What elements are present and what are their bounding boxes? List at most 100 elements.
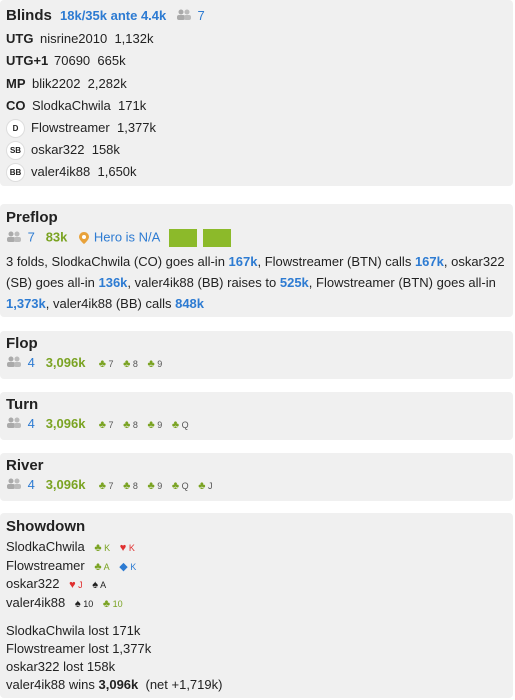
river-player-count: 4 [27, 477, 35, 492]
players-icon [6, 417, 22, 432]
hole-card: ♠ A [92, 579, 107, 591]
club-icon: ♣ [171, 419, 180, 431]
action-amount: 136k [98, 275, 128, 290]
players-icon [176, 9, 192, 24]
hole-card: ◆ K [119, 561, 137, 573]
flop-title: Flop [6, 335, 38, 352]
action-amount: 848k [175, 296, 205, 311]
hole-card: ♠ 10 [74, 598, 94, 610]
board-card: ♣ Q [171, 419, 189, 431]
club-icon: ♣ [198, 480, 206, 492]
hole-card: ♥ J [69, 579, 83, 591]
players-icon [6, 478, 22, 493]
showdown-title: Showdown [6, 518, 86, 535]
diamond-icon: ◆ [119, 561, 128, 573]
winner-line: valer4ik88 wins 3,096k (net +1,719k) [6, 677, 222, 692]
hole-card: ♣ A [94, 561, 110, 573]
flop-player-count: 4 [27, 355, 35, 370]
result-line: Flowstreamer lost 1,377k [6, 641, 152, 656]
showdown-panel: Showdown SlodkaChwila ♣ K ♥ K Flowstream… [0, 513, 513, 698]
river-title: River [6, 457, 44, 474]
board-card: ♣ 9 [147, 358, 163, 370]
spade-icon: ♠ [92, 579, 99, 591]
player-name: 70690 [54, 53, 91, 68]
preflop-pot: 83k [45, 229, 68, 245]
blinds-stakes: 18k/35k ante 4.4k [60, 8, 167, 23]
showdown-hand: Flowstreamer ♣ A ◆ K [6, 558, 136, 573]
hero-card-placeholder [169, 229, 198, 247]
action-amount: 525k [279, 275, 309, 290]
board-card: ♣ J [198, 480, 213, 492]
preflop-action-text: 3 folds, SlodkaChwila (CO) goes all-in 1… [6, 251, 506, 314]
turn-panel: Turn 4 3,096k ♣ 7 ♣ 8 ♣ 9 ♣ Q [0, 392, 513, 440]
action-amount: 1,373k [6, 296, 46, 311]
turn-title: Turn [6, 396, 39, 413]
action-amount: 167k [228, 254, 258, 269]
club-icon: ♣ [147, 358, 155, 370]
action-text: , valer4ik88 (BB) raises to [127, 275, 280, 290]
hole-card: ♣ 10 [102, 598, 123, 610]
hole-card: ♥ K [119, 542, 135, 554]
action-text: , valer4ik88 (BB) calls [45, 296, 176, 311]
board-card: ♣ 7 [98, 419, 114, 431]
position-label: UTG [6, 31, 34, 46]
club-icon: ♣ [94, 561, 102, 573]
player-stack: 665k [97, 53, 126, 68]
player-name: valer4ik88 [31, 163, 91, 179]
hole-card: ♣ K [94, 542, 111, 554]
heart-icon: ♥ [119, 542, 127, 554]
winner-amount: 3,096k [98, 677, 139, 692]
club-icon: ♣ [98, 480, 106, 492]
club-icon: ♣ [102, 598, 111, 610]
seat-row: CO SlodkaChwila 171k [6, 98, 146, 113]
club-icon: ♣ [123, 419, 131, 431]
spade-icon: ♠ [74, 598, 81, 610]
player-name: valer4ik88 [6, 595, 66, 610]
heart-icon: ♥ [69, 579, 76, 591]
seat-row: UTG nisrine2010 1,132k [6, 31, 154, 46]
preflop-panel: Preflop 7 83k Hero is N/A 3 folds, Slodk… [0, 204, 513, 317]
flop-panel: Flop 4 3,096k ♣ 7 ♣ 8 ♣ 9 [0, 331, 513, 379]
seat-row: SB oskar322 158k [6, 141, 120, 160]
club-icon: ♣ [147, 480, 155, 492]
river-panel: River 4 3,096k ♣ 7 ♣ 8 ♣ 9 ♣ Q ♣ J [0, 453, 513, 501]
small-blind-icon: SB [6, 141, 25, 160]
action-amount: 167k [414, 254, 444, 269]
blinds-player-count: 7 [197, 8, 205, 23]
club-icon: ♣ [147, 419, 155, 431]
hero-card-placeholder [202, 229, 231, 247]
winner-net: (net +1,719k) [138, 677, 223, 692]
blinds-panel: Blinds 18k/35k ante 4.4k 7 UTG nisrine201… [0, 0, 513, 186]
action-text: , Flowstreamer (BTN) goes all-in [308, 275, 496, 290]
player-name: blik2202 [32, 76, 81, 91]
flop-summary: 4 3,096k ♣ 7 ♣ 8 ♣ 9 [6, 355, 162, 371]
blinds-title: Blinds [6, 7, 52, 24]
river-summary: 4 3,096k ♣ 7 ♣ 8 ♣ 9 ♣ Q ♣ J [6, 477, 212, 493]
position-label: UTG+1 [6, 53, 49, 68]
board-card: ♣ Q [171, 480, 189, 492]
seat-row: UTG+1 70690 665k [6, 53, 126, 68]
board-card: ♣ 8 [123, 480, 138, 492]
player-name: Flowstreamer [6, 558, 85, 573]
result-line: SlodkaChwila lost 171k [6, 623, 141, 638]
player-stack: 1,377k [116, 119, 157, 135]
club-icon: ♣ [94, 542, 102, 554]
players-icon [6, 231, 22, 246]
board-card: ♣ 7 [98, 358, 114, 370]
winner-text: valer4ik88 wins [6, 677, 99, 692]
club-icon: ♣ [171, 480, 180, 492]
action-text: 3 folds, SlodkaChwila (CO) goes all-in [6, 254, 229, 269]
club-icon: ♣ [123, 480, 131, 492]
player-name: SlodkaChwila [32, 98, 111, 113]
dealer-button-icon: D [6, 119, 25, 138]
board-card: ♣ 9 [147, 480, 163, 492]
hero-status: Hero is N/A [93, 229, 160, 245]
club-icon: ♣ [98, 419, 106, 431]
position-label: MP [6, 76, 26, 91]
player-name: oskar322 [31, 141, 85, 157]
board-card: ♣ 8 [123, 419, 138, 431]
preflop-player-count: 7 [27, 229, 35, 245]
player-stack: 158k [91, 141, 120, 157]
turn-pot: 3,096k [45, 416, 86, 431]
player-stack: 1,132k [114, 31, 154, 46]
